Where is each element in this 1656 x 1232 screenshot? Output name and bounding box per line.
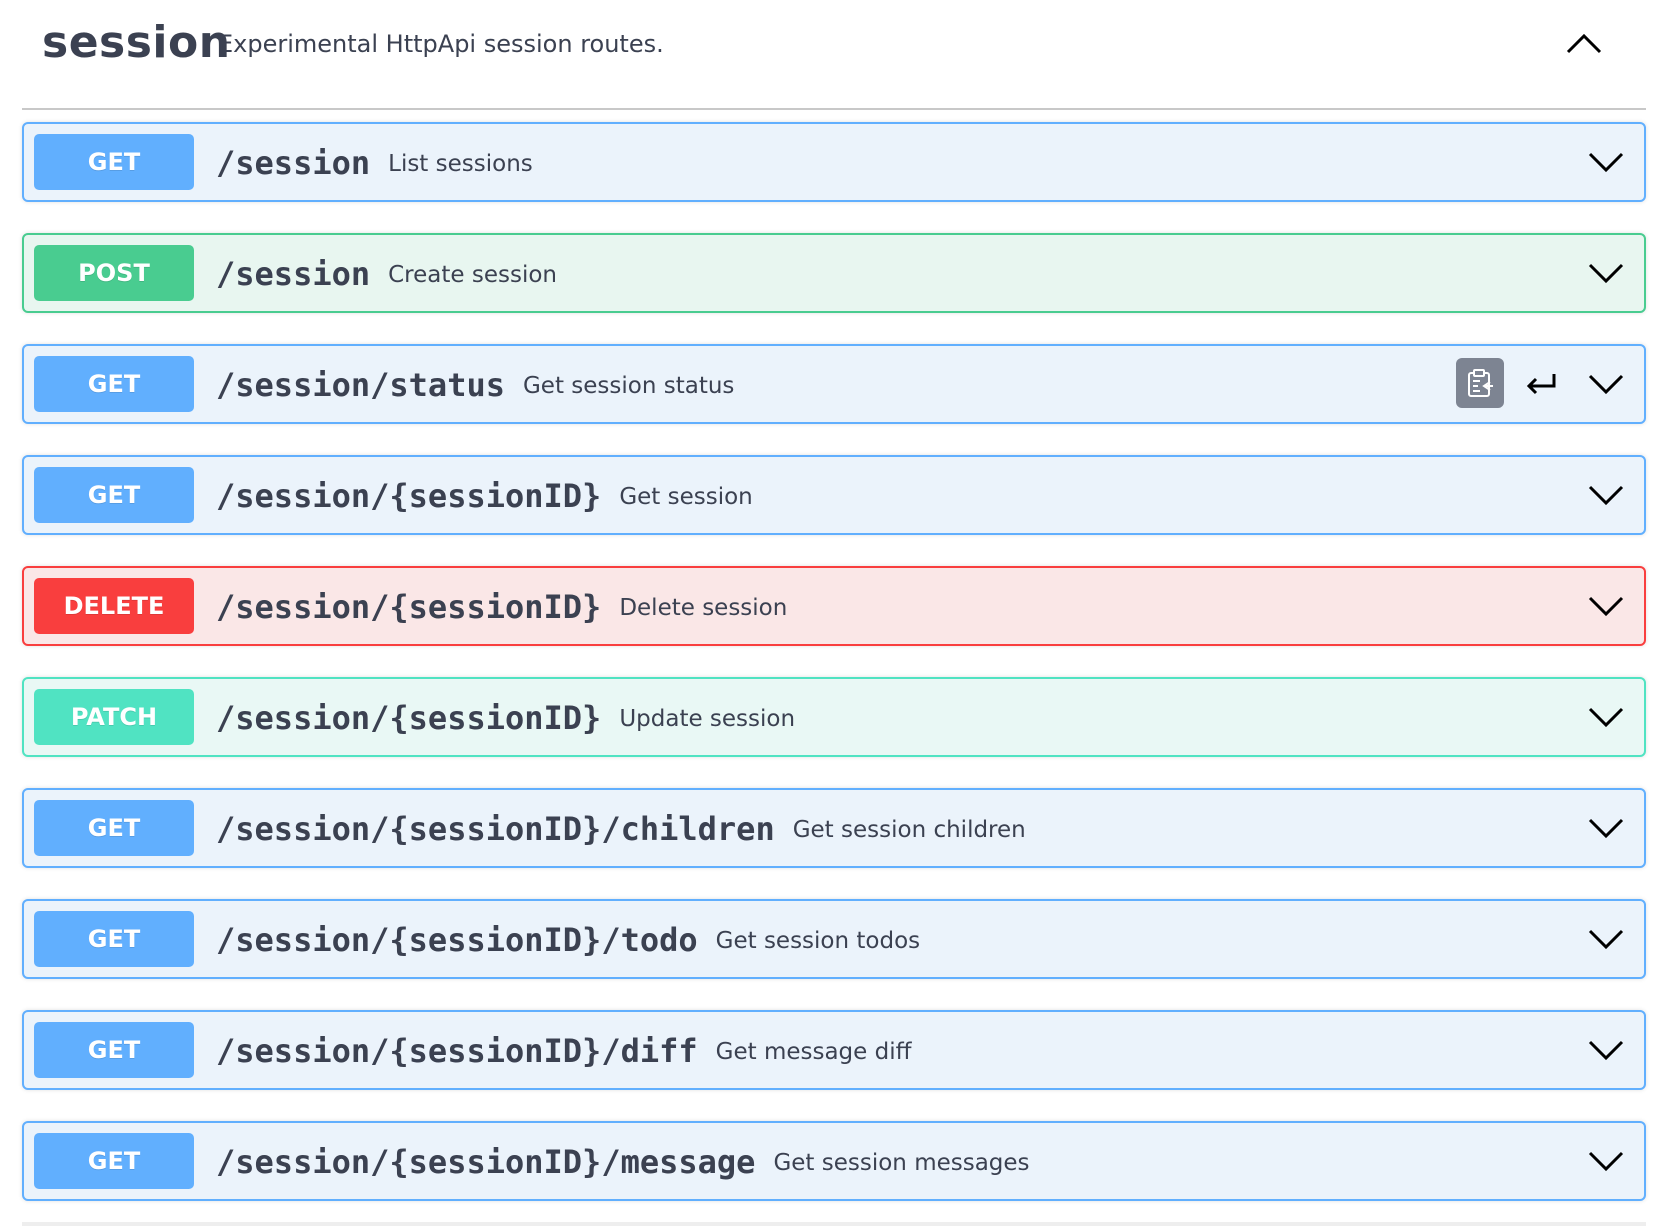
chevron-down-icon[interactable] (1586, 588, 1626, 624)
chevron-down-icon[interactable] (1586, 1143, 1626, 1179)
chevron-down-icon[interactable] (1586, 699, 1626, 735)
operation-path: /session/status Get session status (216, 366, 735, 404)
operation-patch-session[interactable]: PATCH /session/{sessionID} Update session (22, 677, 1646, 757)
operation-summary: Get message diff (715, 1039, 912, 1065)
chevron-down-icon[interactable] (1586, 1032, 1626, 1068)
operation-path: /session/{sessionID} Get session (216, 477, 753, 515)
chevron-down-icon[interactable] (1586, 366, 1626, 402)
chevron-up-icon[interactable] (1562, 24, 1606, 60)
method-badge: DELETE (34, 578, 194, 634)
chevron-down-icon[interactable] (1586, 921, 1626, 957)
operation-post-session[interactable]: POST /session Create session (22, 233, 1646, 313)
operation-path: /session/{sessionID}/todo Get session tod… (216, 921, 921, 959)
operation-summary: Get session status (522, 373, 735, 399)
chevron-down-icon[interactable] (1586, 810, 1626, 846)
chevron-down-icon[interactable] (1586, 255, 1626, 291)
operation-get-session-todo[interactable]: GET /session/{sessionID}/todo Get session… (22, 899, 1646, 979)
operation-summary: Get session children (792, 817, 1026, 843)
tag-description: Experimental HttpApi session routes. (218, 30, 664, 58)
method-badge: GET (34, 1133, 194, 1189)
chevron-down-icon[interactable] (1586, 144, 1626, 180)
method-badge: PATCH (34, 689, 194, 745)
method-badge: GET (34, 356, 194, 412)
operation-get-session-status[interactable]: GET /session/status Get session status (22, 344, 1646, 424)
operations-list: GET /session List sessions POST /session C… (22, 122, 1646, 1232)
operation-path: /session List sessions (216, 144, 533, 182)
copy-path-button[interactable] (1456, 358, 1504, 408)
tag-header[interactable]: session Experimental HttpApi session rou… (22, 0, 1646, 110)
operation-get-session[interactable]: GET /session List sessions (22, 122, 1646, 202)
operation-summary: Update session (619, 706, 796, 732)
operation-get-session-message[interactable]: GET /session/{sessionID}/message Get sess… (22, 1121, 1646, 1201)
operation-path: /session Create session (216, 255, 557, 293)
method-badge: GET (34, 134, 194, 190)
method-badge: GET (34, 1022, 194, 1078)
operation-path: /session/{sessionID}/message Get session … (216, 1143, 1030, 1181)
chevron-down-icon[interactable] (1586, 477, 1626, 513)
method-badge: GET (34, 467, 194, 523)
operation-get-session-diff[interactable]: GET /session/{sessionID}/diff Get message… (22, 1010, 1646, 1090)
return-arrow-icon[interactable] (1524, 368, 1560, 400)
operation-path: /session/{sessionID}/diff Get message dif… (216, 1032, 912, 1070)
operation-delete-session[interactable]: DELETE /session/{sessionID} Delete sessio… (22, 566, 1646, 646)
operation-get-session-by-id[interactable]: GET /session/{sessionID} Get session (22, 455, 1646, 535)
tag-title: session (42, 17, 231, 68)
operation-get-session-children[interactable]: GET /session/{sessionID}/children Get ses… (22, 788, 1646, 868)
operation-path: /session/{sessionID} Delete session (216, 588, 788, 626)
operation-path: /session/{sessionID}/children Get session… (216, 810, 1026, 848)
operation-path: /session/{sessionID} Update session (216, 699, 796, 737)
clipboard-copy-icon (1468, 369, 1493, 397)
operation-summary: Get session todos (715, 928, 921, 954)
operation-summary: Get session messages (773, 1150, 1030, 1176)
method-badge: GET (34, 800, 194, 856)
operation-summary: Delete session (619, 595, 788, 621)
method-badge: GET (34, 911, 194, 967)
operation-summary: List sessions (388, 151, 533, 177)
next-operation-edge (22, 1222, 1646, 1226)
method-badge: POST (34, 245, 194, 301)
operation-summary: Create session (388, 262, 557, 288)
operation-summary: Get session (619, 484, 753, 510)
